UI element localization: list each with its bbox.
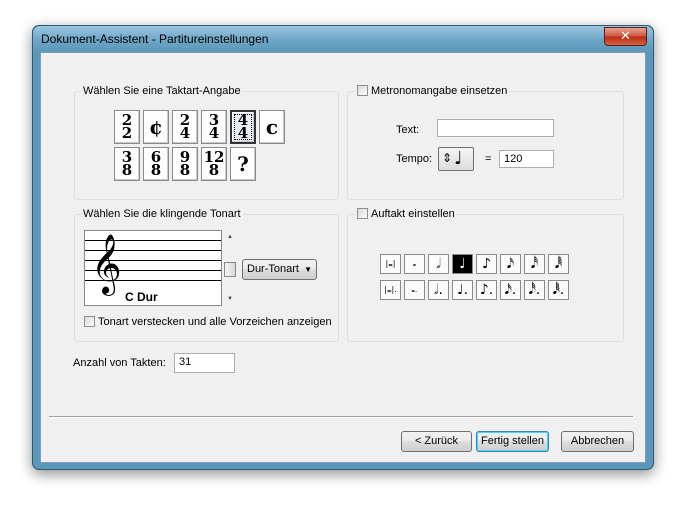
pickup-duration-button[interactable]: ♩: [452, 254, 473, 274]
pickup-checkbox-label: Auftakt einstellen: [371, 208, 455, 220]
time-signature-button[interactable]: ?: [230, 147, 256, 181]
tempo-note-stepper[interactable]: ⇕ ♩: [438, 147, 474, 171]
metronome-text-input[interactable]: [437, 119, 554, 137]
time-signature-button[interactable]: 98: [172, 147, 198, 181]
time-signature-button[interactable]: 44: [230, 110, 256, 144]
time-signature-group: [74, 91, 339, 200]
pickup-duration-button[interactable]: 𝅘𝅥𝅱.: [548, 280, 569, 300]
separator: [49, 416, 633, 418]
time-signature-bottom: 4: [237, 124, 249, 142]
time-signature-bottom: 8: [150, 161, 162, 179]
pickup-duration-button[interactable]: ♪: [476, 254, 497, 274]
hide-key-checkbox-box[interactable]: [84, 316, 95, 327]
pickup-duration-button[interactable]: |𝅜|: [380, 254, 401, 274]
time-signature-symbol: c: [265, 115, 279, 139]
hide-key-checkbox[interactable]: Tonart verstecken und alle Vorzeichen an…: [84, 316, 332, 328]
key-mode-value: Dur-Tonart: [247, 263, 299, 275]
pickup-duration-button[interactable]: 𝅝.: [404, 280, 425, 300]
time-signature-button[interactable]: c: [259, 110, 285, 144]
pickup-group: [347, 214, 624, 342]
tempo-label: Tempo:: [396, 153, 433, 165]
time-signature-symbol: ?: [237, 152, 249, 176]
close-button[interactable]: ✕: [604, 27, 647, 46]
pickup-duration-button[interactable]: 𝅘𝅥𝅯: [500, 254, 521, 274]
time-signature-button[interactable]: 38: [114, 147, 140, 181]
measures-input[interactable]: 31: [174, 353, 235, 373]
pickup-duration-button[interactable]: 𝅝: [404, 254, 425, 274]
key-staff-preview[interactable]: 𝄞 C Dur: [84, 230, 222, 306]
key-name: C Dur: [125, 290, 158, 304]
pickup-duration-button[interactable]: ♪.: [476, 280, 497, 300]
metronome-checkbox-label: Metronomangabe einsetzen: [371, 85, 508, 97]
time-signature-symbol: ¢: [149, 115, 163, 139]
time-signature-bottom: 4: [179, 124, 191, 142]
pickup-duration-button[interactable]: 𝅘𝅥𝅱: [548, 254, 569, 274]
time-signature-bottom: 2: [121, 124, 133, 142]
title-bar[interactable]: Dokument-Assistent - Partitureinstellung…: [33, 26, 653, 52]
time-signature-bottom: 8: [208, 161, 220, 179]
time-signature-button[interactable]: 68: [143, 147, 169, 181]
pickup-duration-button[interactable]: 𝅘𝅥𝅯.: [500, 280, 521, 300]
tempo-input[interactable]: 120: [499, 150, 554, 168]
back-button[interactable]: < Zurück: [401, 431, 472, 452]
key-scroll-down-icon[interactable]: ▼: [227, 296, 233, 302]
treble-clef-icon: 𝄞: [91, 234, 122, 294]
key-scroll-up-icon[interactable]: ▲: [227, 234, 233, 240]
time-signature-top: 4: [237, 111, 249, 129]
time-signature-button[interactable]: 12 8: [201, 147, 227, 181]
stepper-arrows-icon[interactable]: ⇕: [442, 151, 452, 165]
cancel-button[interactable]: Abbrechen: [561, 431, 634, 452]
measures-label: Anzahl von Takten:: [73, 357, 166, 369]
metronome-checkbox-box[interactable]: [357, 85, 368, 96]
hide-key-checkbox-label: Tonart verstecken und alle Vorzeichen an…: [98, 316, 332, 328]
time-signature-label: Wählen Sie eine Taktart-Angabe: [81, 85, 243, 97]
pickup-duration-button[interactable]: 𝅘𝅥𝅰.: [524, 280, 545, 300]
chevron-down-icon: ▼: [304, 265, 312, 274]
finish-button[interactable]: Fertig stellen: [476, 431, 549, 452]
key-label: Wählen Sie die klingende Tonart: [81, 208, 243, 220]
tempo-equals: =: [485, 153, 492, 165]
pickup-checkbox-box[interactable]: [357, 208, 368, 219]
pickup-duration-button[interactable]: ♩.: [452, 280, 473, 300]
pickup-duration-button[interactable]: 𝅗𝅥.: [428, 280, 449, 300]
pickup-duration-button[interactable]: 𝅘𝅥𝅰: [524, 254, 545, 274]
metronome-checkbox[interactable]: Metronomangabe einsetzen: [355, 85, 510, 97]
time-signature-bottom: 8: [179, 161, 191, 179]
time-signature-bottom: 4: [208, 124, 220, 142]
time-signature-button[interactable]: 24: [172, 110, 198, 144]
pickup-duration-button[interactable]: 𝅗𝅥: [428, 254, 449, 274]
metronome-group: [347, 91, 624, 200]
time-signature-button[interactable]: 22: [114, 110, 140, 144]
time-signature-button[interactable]: ¢: [143, 110, 169, 144]
key-mode-select[interactable]: Dur-Tonart ▼: [242, 259, 317, 280]
key-scroll-thumb[interactable]: [224, 262, 236, 277]
quarter-note-icon: ♩: [454, 148, 463, 169]
pickup-duration-button[interactable]: |𝅜|.: [380, 280, 401, 300]
metronome-text-label: Text:: [396, 124, 420, 136]
time-signature-button[interactable]: 34: [201, 110, 227, 144]
pickup-checkbox[interactable]: Auftakt einstellen: [355, 208, 457, 220]
window-title: Dokument-Assistent - Partitureinstellung…: [41, 32, 269, 46]
time-signature-bottom: 8: [121, 161, 133, 179]
